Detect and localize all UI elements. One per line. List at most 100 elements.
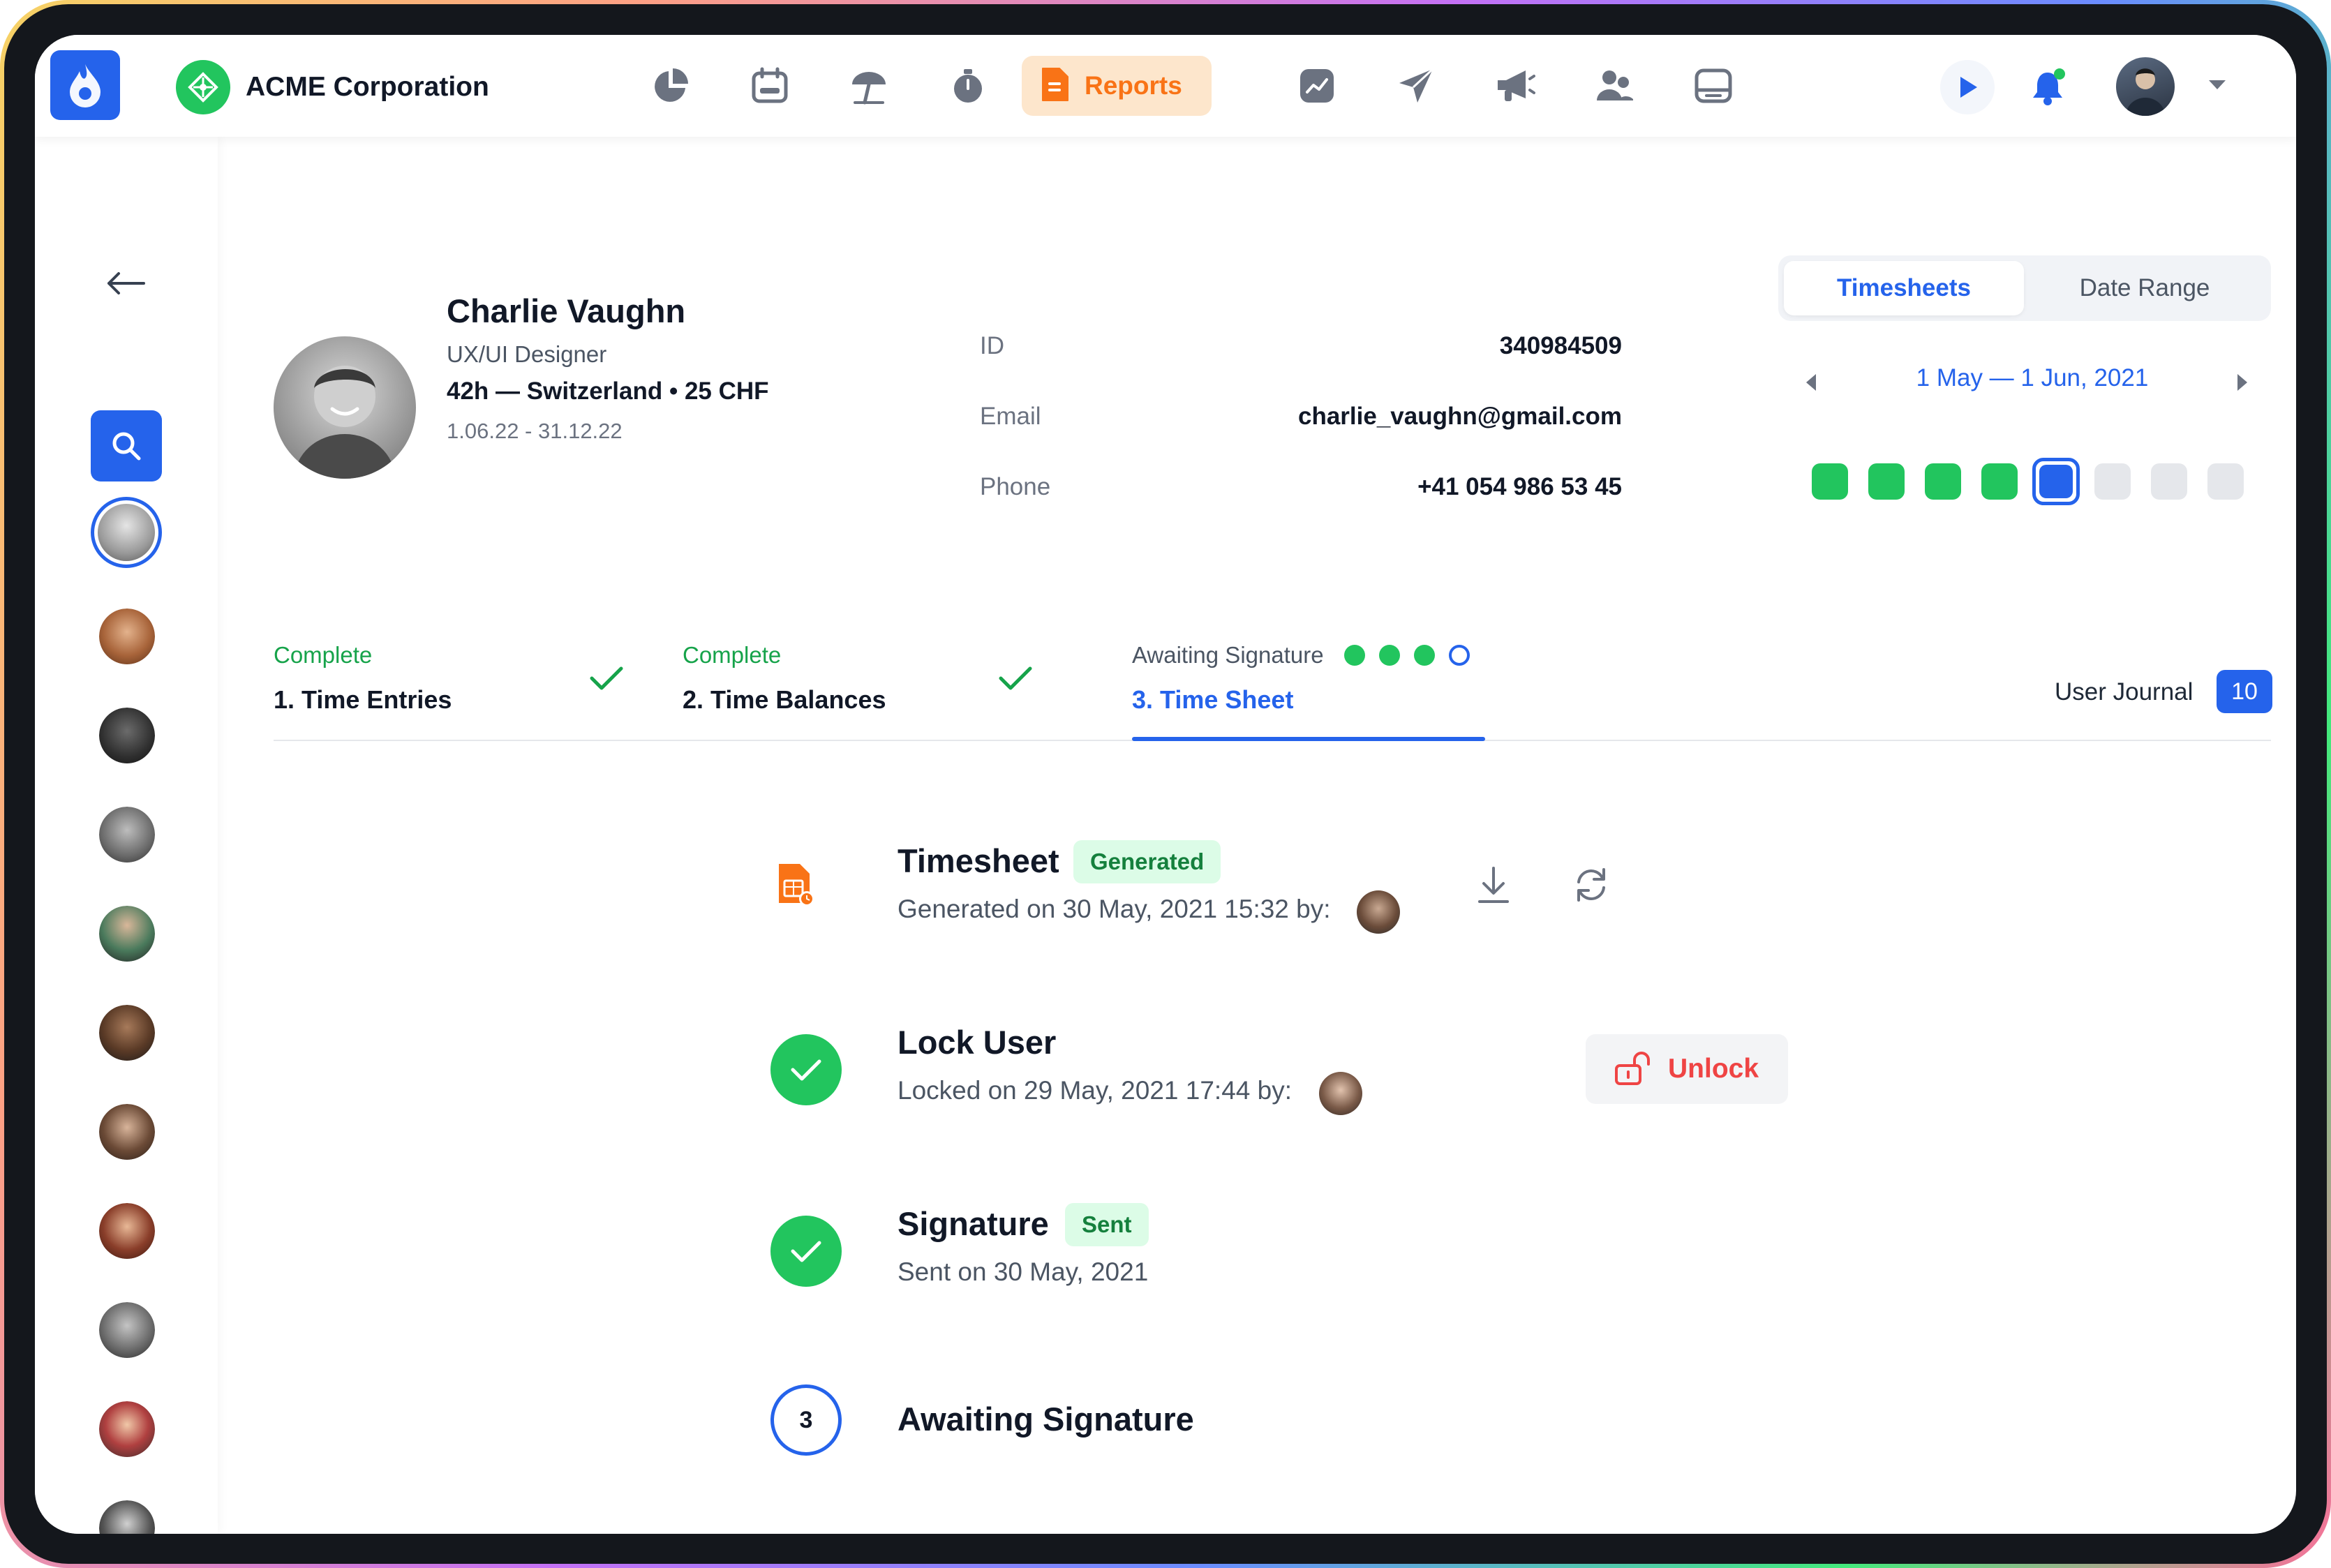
- week-indicator-pending[interactable]: [2207, 463, 2244, 500]
- email-label: Email: [980, 403, 1041, 430]
- week-indicator-complete[interactable]: [1812, 463, 1848, 500]
- check-icon: [589, 664, 624, 696]
- notifications-button[interactable]: [2024, 63, 2071, 110]
- send-icon[interactable]: [1394, 64, 1438, 107]
- nav-reports[interactable]: Reports: [1022, 56, 1212, 116]
- phone-label: Phone: [980, 473, 1051, 500]
- app-logo-icon[interactable]: [50, 50, 120, 120]
- nav-reports-label: Reports: [1085, 71, 1182, 100]
- step-1-title[interactable]: 1. Time Entries: [274, 685, 452, 715]
- calendar-icon[interactable]: [748, 64, 791, 107]
- user-journal-count[interactable]: 10: [2217, 670, 2272, 713]
- unlock-label: Unlock: [1668, 1054, 1759, 1084]
- phone-value: +41 054 986 53 45: [1417, 473, 1622, 500]
- week-indicator-pending[interactable]: [2151, 463, 2187, 500]
- unlock-button[interactable]: Unlock: [1586, 1034, 1788, 1104]
- step-3-status: Awaiting Signature: [1132, 642, 1324, 668]
- timesheet-title: Timesheet: [898, 842, 1059, 879]
- signature-sent-info: Sent on 30 May, 2021: [898, 1257, 1149, 1286]
- analytics-icon[interactable]: [1295, 64, 1339, 107]
- sidebar-avatar[interactable]: [99, 1302, 155, 1358]
- generated-badge: Generated: [1073, 840, 1221, 883]
- sidebar-avatar[interactable]: [99, 807, 155, 863]
- generated-by-avatar[interactable]: [1357, 890, 1400, 934]
- sent-badge: Sent: [1065, 1203, 1149, 1246]
- week-indicator-complete[interactable]: [1925, 463, 1961, 500]
- app-screen: ACME Corporation Reports Charlie Vaughn …: [35, 35, 2296, 1534]
- sidebar-avatar[interactable]: [99, 906, 155, 962]
- inbox-icon[interactable]: [1692, 64, 1735, 107]
- awaiting-signature-title: Awaiting Signature: [898, 1401, 1194, 1438]
- sidebar-avatar[interactable]: [99, 1500, 155, 1534]
- sidebar-avatar-selected[interactable]: [91, 497, 162, 568]
- profile-role: UX/UI Designer: [447, 341, 607, 367]
- bell-icon: [2033, 68, 2065, 105]
- id-label: ID: [980, 332, 1004, 359]
- play-icon: [1960, 77, 1977, 98]
- step-2-title[interactable]: 2. Time Balances: [683, 685, 886, 715]
- tab-timesheets[interactable]: Timesheets: [1784, 261, 2024, 315]
- sidebar-avatar[interactable]: [99, 1104, 155, 1160]
- search-button[interactable]: [91, 410, 162, 481]
- regenerate-icon[interactable]: [1569, 863, 1614, 907]
- active-step-underline: [1132, 737, 1485, 741]
- signature-title: Signature: [898, 1205, 1049, 1242]
- profile-contract-dates: 1.06.22 - 31.12.22: [447, 419, 623, 443]
- check-icon: [998, 664, 1033, 696]
- org-logo-icon: [176, 60, 230, 114]
- date-range-label[interactable]: 1 May — 1 Jun, 2021: [1893, 364, 2172, 392]
- signature-done-icon: [770, 1216, 842, 1287]
- lock-user-title: Lock User: [898, 1024, 1057, 1061]
- progress-dot-done: [1414, 645, 1435, 666]
- email-value[interactable]: charlie_vaughn@gmail.com: [1298, 403, 1622, 431]
- download-icon[interactable]: [1471, 863, 1516, 907]
- org-switcher[interactable]: ACME Corporation: [176, 60, 489, 114]
- locked-by-avatar[interactable]: [1319, 1072, 1362, 1115]
- sidebar-avatar[interactable]: [99, 708, 155, 763]
- people-sidebar: [35, 137, 218, 1534]
- progress-dot-pending: [1449, 645, 1470, 666]
- chevron-down-icon[interactable]: [2207, 78, 2228, 96]
- user-avatar[interactable]: [2116, 57, 2175, 116]
- sidebar-avatar[interactable]: [99, 1401, 155, 1457]
- top-bar: ACME Corporation Reports: [35, 35, 2296, 137]
- week-indicator-complete[interactable]: [1868, 463, 1905, 500]
- progress-dot-done: [1379, 645, 1400, 666]
- view-toggle: Timesheets Date Range: [1778, 255, 2271, 321]
- main-content: Charlie Vaughn UX/UI Designer 42h — Swit…: [218, 137, 2296, 1534]
- profile-contract-hours: 42h — Switzerland • 25 CHF: [447, 378, 769, 405]
- charts-icon[interactable]: [649, 64, 692, 107]
- awaiting-step-number: 3: [770, 1384, 842, 1456]
- reports-icon: [1040, 66, 1071, 107]
- step-3-title[interactable]: 3. Time Sheet: [1132, 685, 1293, 715]
- team-icon[interactable]: [1593, 64, 1636, 107]
- progress-dot-done: [1344, 645, 1365, 666]
- profile-name: Charlie Vaughn: [447, 292, 686, 329]
- timer-icon[interactable]: [946, 64, 990, 107]
- sidebar-avatar[interactable]: [99, 1005, 155, 1061]
- week-indicator-pending[interactable]: [2094, 463, 2131, 500]
- timesheet-generated-info: Generated on 30 May, 2021 15:32 by:: [898, 895, 1331, 923]
- unlock-icon: [1615, 1052, 1650, 1085]
- id-value: 340984509: [1499, 332, 1622, 359]
- timesheet-file-icon: [773, 863, 818, 907]
- step-2-status: Complete: [683, 642, 782, 668]
- start-timer-button[interactable]: [1940, 60, 1995, 114]
- lock-user-info: Locked on 29 May, 2021 17:44 by:: [898, 1076, 1292, 1105]
- range-next-icon[interactable]: [2235, 373, 2250, 396]
- week-indicator-current[interactable]: [2032, 458, 2080, 505]
- sidebar-avatar[interactable]: [99, 608, 155, 664]
- step-1-status: Complete: [274, 642, 373, 668]
- announcements-icon[interactable]: [1494, 64, 1537, 107]
- week-indicator-complete[interactable]: [1981, 463, 2018, 500]
- lock-user-done-icon: [770, 1034, 842, 1105]
- sidebar-avatar[interactable]: [99, 1203, 155, 1259]
- tab-date-range[interactable]: Date Range: [2024, 261, 2265, 315]
- vacation-icon[interactable]: [847, 64, 891, 107]
- back-arrow-icon[interactable]: [105, 269, 147, 301]
- profile-photo: [274, 336, 416, 479]
- org-name: ACME Corporation: [246, 72, 489, 102]
- search-icon: [112, 432, 141, 461]
- range-prev-icon[interactable]: [1803, 373, 1819, 396]
- user-journal-link[interactable]: User Journal: [2055, 678, 2193, 706]
